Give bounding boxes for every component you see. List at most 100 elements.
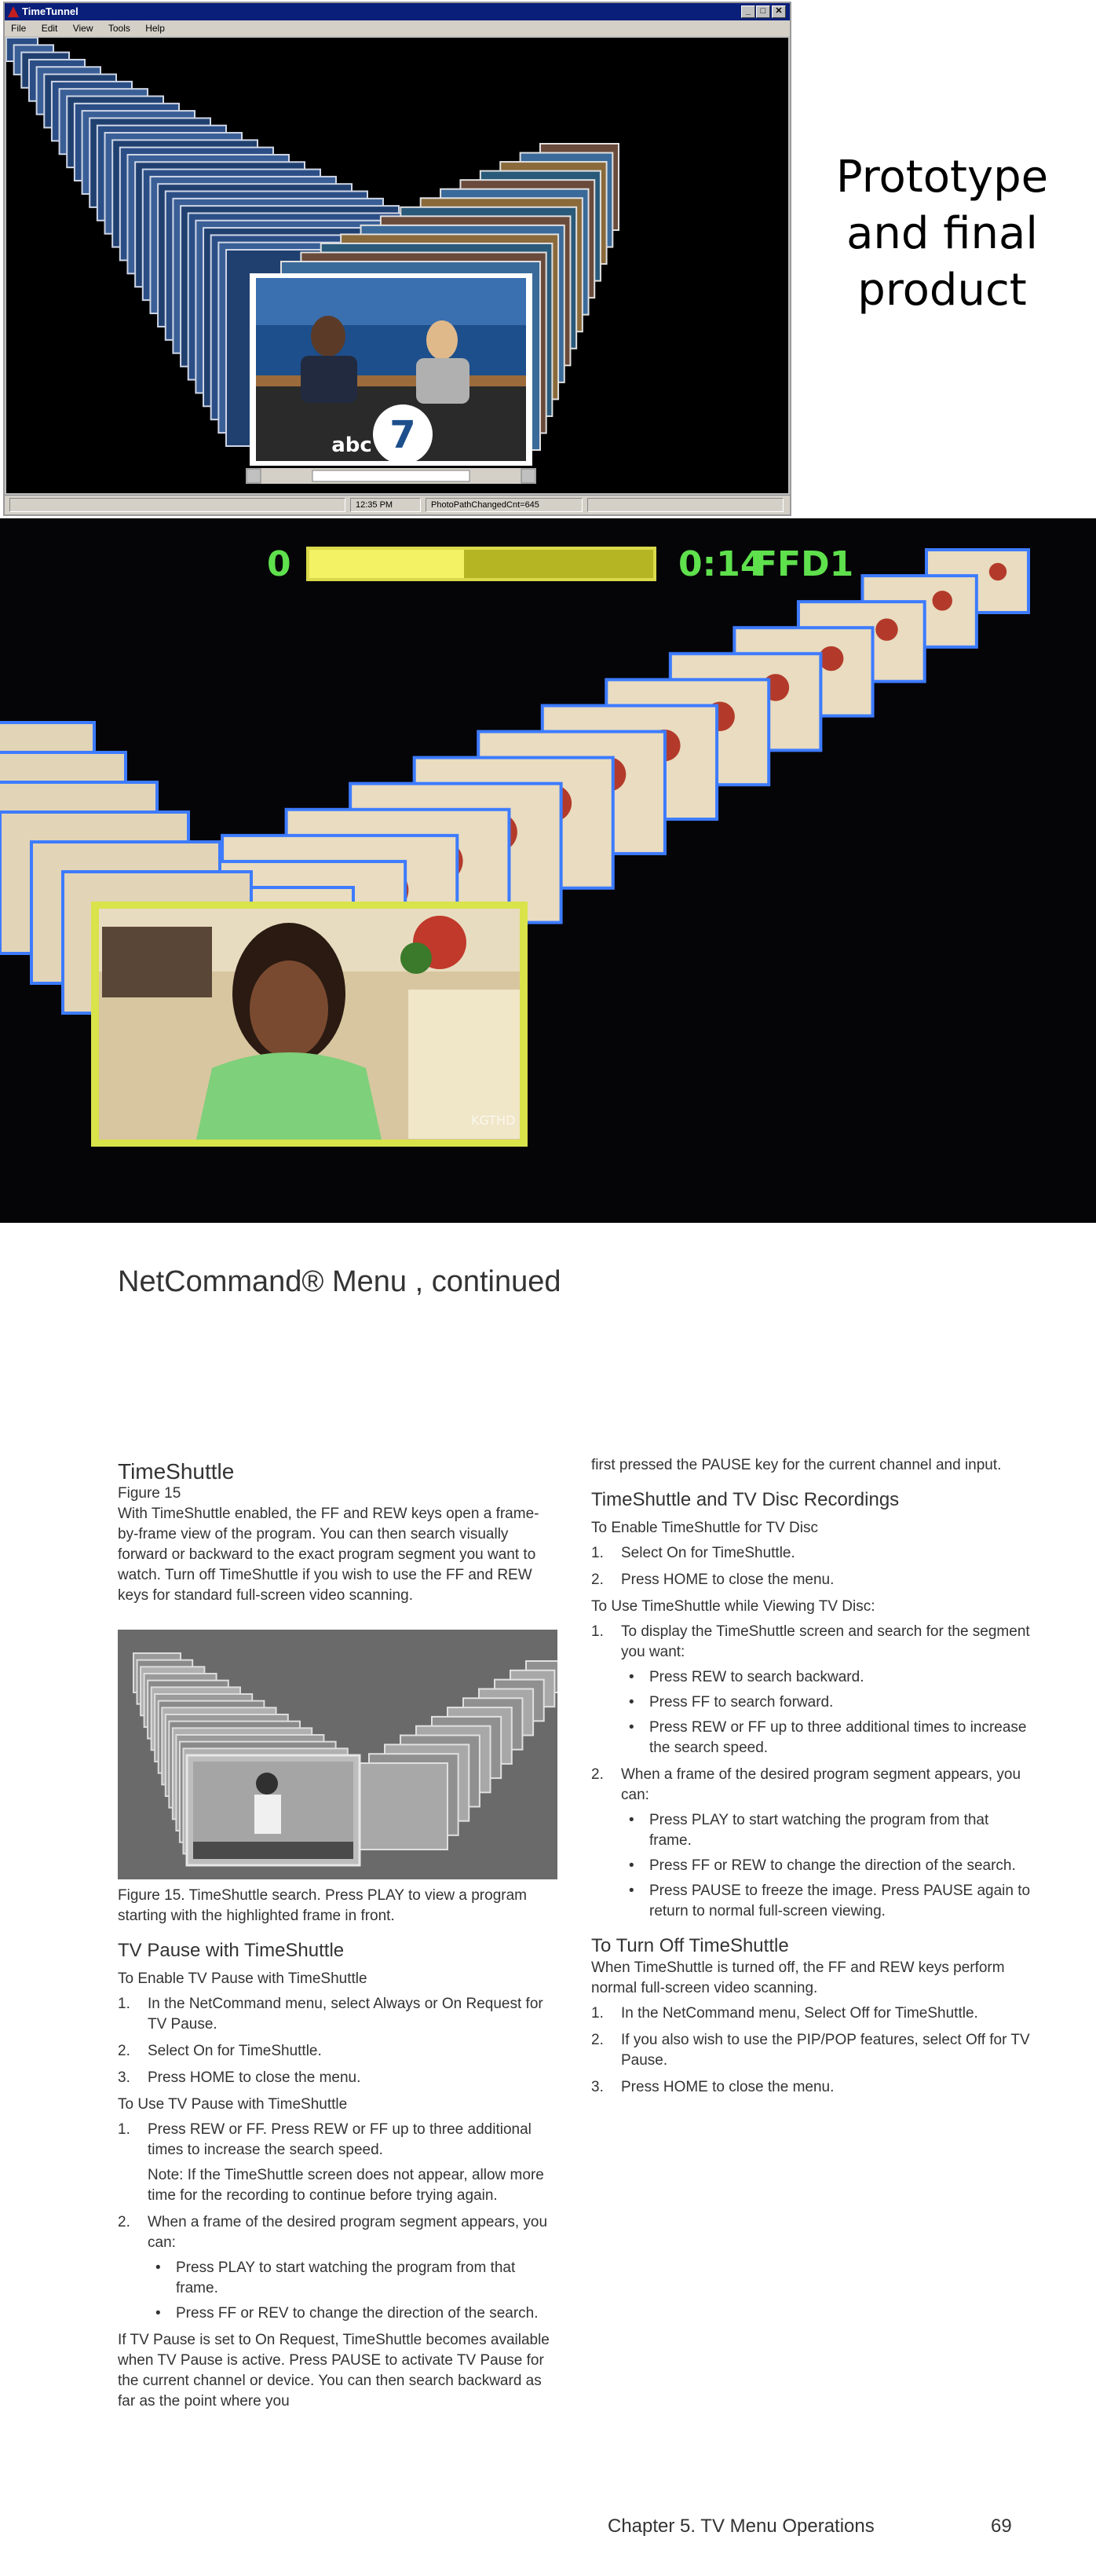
step-number: 1.	[118, 1996, 130, 2012]
front-video-frame: 7 abc	[250, 273, 532, 466]
list-item: 2. When a frame of the desired program s…	[118, 2212, 557, 2324]
tv-pause-bullets: Press PLAY to start watching the program…	[148, 2258, 557, 2324]
step-number: 1.	[591, 2005, 604, 2022]
list-item: 1. Press REW or FF. Press REW or FF up t…	[118, 2120, 557, 2206]
status-message: PhotoPathChangedCnt=645	[426, 498, 583, 512]
bullet-item: Press FF or REV to change the direction …	[148, 2303, 557, 2324]
app-icon	[8, 6, 19, 17]
disc-heading: TimeShuttle and TV Disc Recordings	[591, 1489, 900, 1510]
list-item: 1. In the NetCommand menu, Select Off for…	[591, 2003, 1035, 2024]
disc-use-subheading: To Use TimeShuttle while Viewing TV Disc…	[591, 1598, 875, 1615]
status-cell-empty	[9, 498, 345, 512]
tv-pause-note: Note: If the TimeShuttle screen does not…	[148, 2167, 544, 2204]
svg-text:abc: abc	[331, 434, 372, 457]
menu-edit[interactable]: Edit	[35, 20, 64, 36]
final-product-photo: KGTHD 0 0:14 FFD1	[0, 518, 1096, 1223]
list-item: 2. When a frame of the desired program s…	[591, 1765, 1035, 1922]
menu-tools[interactable]: Tools	[102, 20, 137, 36]
svg-text:7: 7	[389, 413, 415, 457]
trail-frame-flower	[818, 646, 844, 671]
menu-file[interactable]: File	[5, 20, 32, 36]
figure-front-frame	[185, 1754, 361, 1867]
left-column: TimeShuttle Figure 15 With TimeShuttle e…	[118, 1455, 557, 2412]
tv-pause-enable-subheading: To Enable TV Pause with TimeShuttle	[118, 1970, 367, 1987]
step-number: 1.	[591, 1623, 604, 1640]
bullet-item: Press FF or REW to change the direction …	[621, 1856, 1035, 1876]
maximize-button[interactable]: □	[756, 5, 770, 18]
step-text: When a frame of the desired program segm…	[148, 2214, 548, 2251]
step-number: 2.	[118, 2214, 130, 2230]
bullet-item: Press FF to search forward.	[621, 1692, 1035, 1713]
step-text: When a frame of the desired program segm…	[621, 1766, 1021, 1803]
list-item: 1. Select On for TimeShuttle.	[591, 1543, 1035, 1564]
step-text: If you also wish to use the PIP/POP feat…	[621, 2032, 1030, 2069]
menu-bar: File Edit View Tools Help	[5, 20, 790, 36]
osd-progress-bar	[306, 547, 656, 581]
caption-line-2: and final	[846, 208, 1038, 259]
bullet-item: Press PLAY to start watching the program…	[148, 2258, 557, 2299]
menu-view[interactable]: View	[67, 20, 100, 36]
minimize-button[interactable]: _	[741, 5, 755, 18]
disc-bullets-2: Press PLAY to start watching the program…	[621, 1810, 1035, 1922]
list-item: 2. If you also wish to use the PIP/POP fe…	[591, 2030, 1035, 2071]
list-item: 2. Select On for TimeShuttle.	[118, 2041, 557, 2062]
turn-off-intro: When TimeShuttle is turned off, the FF a…	[591, 1959, 1005, 1996]
disc-enable-steps: 1. Select On for TimeShuttle. 2. Press HOM…	[591, 1543, 1035, 1590]
close-button[interactable]: ✕	[772, 5, 786, 18]
figure-15-caption: Figure 15. TimeShuttle search. Press PLA…	[118, 1887, 527, 1924]
figure-reference: Figure 15	[118, 1485, 181, 1502]
status-time: 12:35 PM	[350, 498, 421, 512]
status-cell-right	[587, 498, 784, 512]
step-text: Select On for TimeShuttle.	[148, 2043, 322, 2059]
window-titlebar[interactable]: TimeTunnel _ □ ✕	[5, 3, 790, 20]
osd-progress-fill	[309, 550, 465, 578]
list-item: 1. In the NetCommand menu, select Always …	[118, 1994, 557, 2035]
tv-pause-enable-steps: 1. In the NetCommand menu, select Always …	[118, 1994, 557, 2088]
bullet-item: Press PLAY to start watching the program…	[621, 1810, 1035, 1851]
page-number: 69	[991, 2516, 1012, 2537]
step-text: To display the TimeShuttle screen and se…	[621, 1623, 1030, 1660]
step-number: 2.	[591, 1766, 604, 1783]
right-column: first pressed the PAUSE key for the curr…	[591, 1455, 1035, 2104]
tv-front-frame: KGTHD	[91, 902, 528, 1147]
step-text: Press HOME to close the menu.	[148, 2069, 361, 2086]
step-number: 2.	[591, 1572, 604, 1588]
figure-15-image	[118, 1630, 557, 1879]
osd-start-label: 0	[267, 544, 291, 584]
trail-frame-flower	[932, 591, 952, 611]
timetunnel-window: TimeTunnel _ □ ✕ File Edit View Tools He…	[3, 2, 791, 516]
step-text: Press HOME to close the menu.	[621, 1572, 835, 1588]
bullet-item: Press REW or FF up to three additional t…	[621, 1718, 1035, 1758]
turn-off-heading: To Turn Off TimeShuttle	[591, 1935, 789, 1956]
page-title: NetCommand® Menu , continued	[118, 1265, 561, 1298]
list-item: 3. Press HOME to close the menu.	[118, 2068, 557, 2088]
step-text: In the NetCommand menu, select Always or…	[148, 1996, 543, 2033]
trail-frame	[353, 1762, 448, 1850]
osd-time: 0:14	[678, 544, 765, 584]
bullet-item: Press REW to search backward.	[621, 1667, 1035, 1688]
step-number: 1.	[118, 2121, 130, 2138]
status-bar: 12:35 PM PhotoPathChangedCnt=645	[5, 495, 790, 514]
caption-line-3: product	[857, 265, 1027, 316]
window-title: TimeTunnel	[22, 5, 79, 17]
step-text: Select On for TimeShuttle.	[621, 1545, 795, 1561]
list-item: 3. Press HOME to close the menu.	[591, 2077, 1035, 2098]
step-number: 3.	[118, 2069, 130, 2086]
tv-pause-closing-continued: first pressed the PAUSE key for the curr…	[591, 1457, 1002, 1473]
step-number: 3.	[591, 2079, 604, 2095]
footer-chapter: Chapter 5. TV Menu Operations	[608, 2516, 875, 2537]
timetunnel-view[interactable]: 7 abc	[6, 38, 788, 493]
tv-pause-use-steps: 1. Press REW or FF. Press REW or FF up t…	[118, 2120, 557, 2324]
timeshuttle-heading: TimeShuttle	[118, 1459, 235, 1484]
timeshuttle-intro: With TimeShuttle enabled, the FF and REW…	[118, 1506, 539, 1604]
step-number: 2.	[591, 2032, 604, 2048]
tv-pause-heading: TV Pause with TimeShuttle	[118, 1940, 345, 1961]
menu-help[interactable]: Help	[139, 20, 171, 36]
svg-text:KGTHD: KGTHD	[471, 1113, 515, 1128]
disc-enable-subheading: To Enable TimeShuttle for TV Disc	[591, 1520, 818, 1536]
step-number: 1.	[591, 1545, 604, 1561]
step-text: Press REW or FF. Press REW or FF up to t…	[148, 2121, 532, 2158]
step-text: Press HOME to close the menu.	[621, 2079, 835, 2095]
trail-frame-flower	[875, 618, 898, 641]
trail-frame-flower	[988, 562, 1007, 581]
